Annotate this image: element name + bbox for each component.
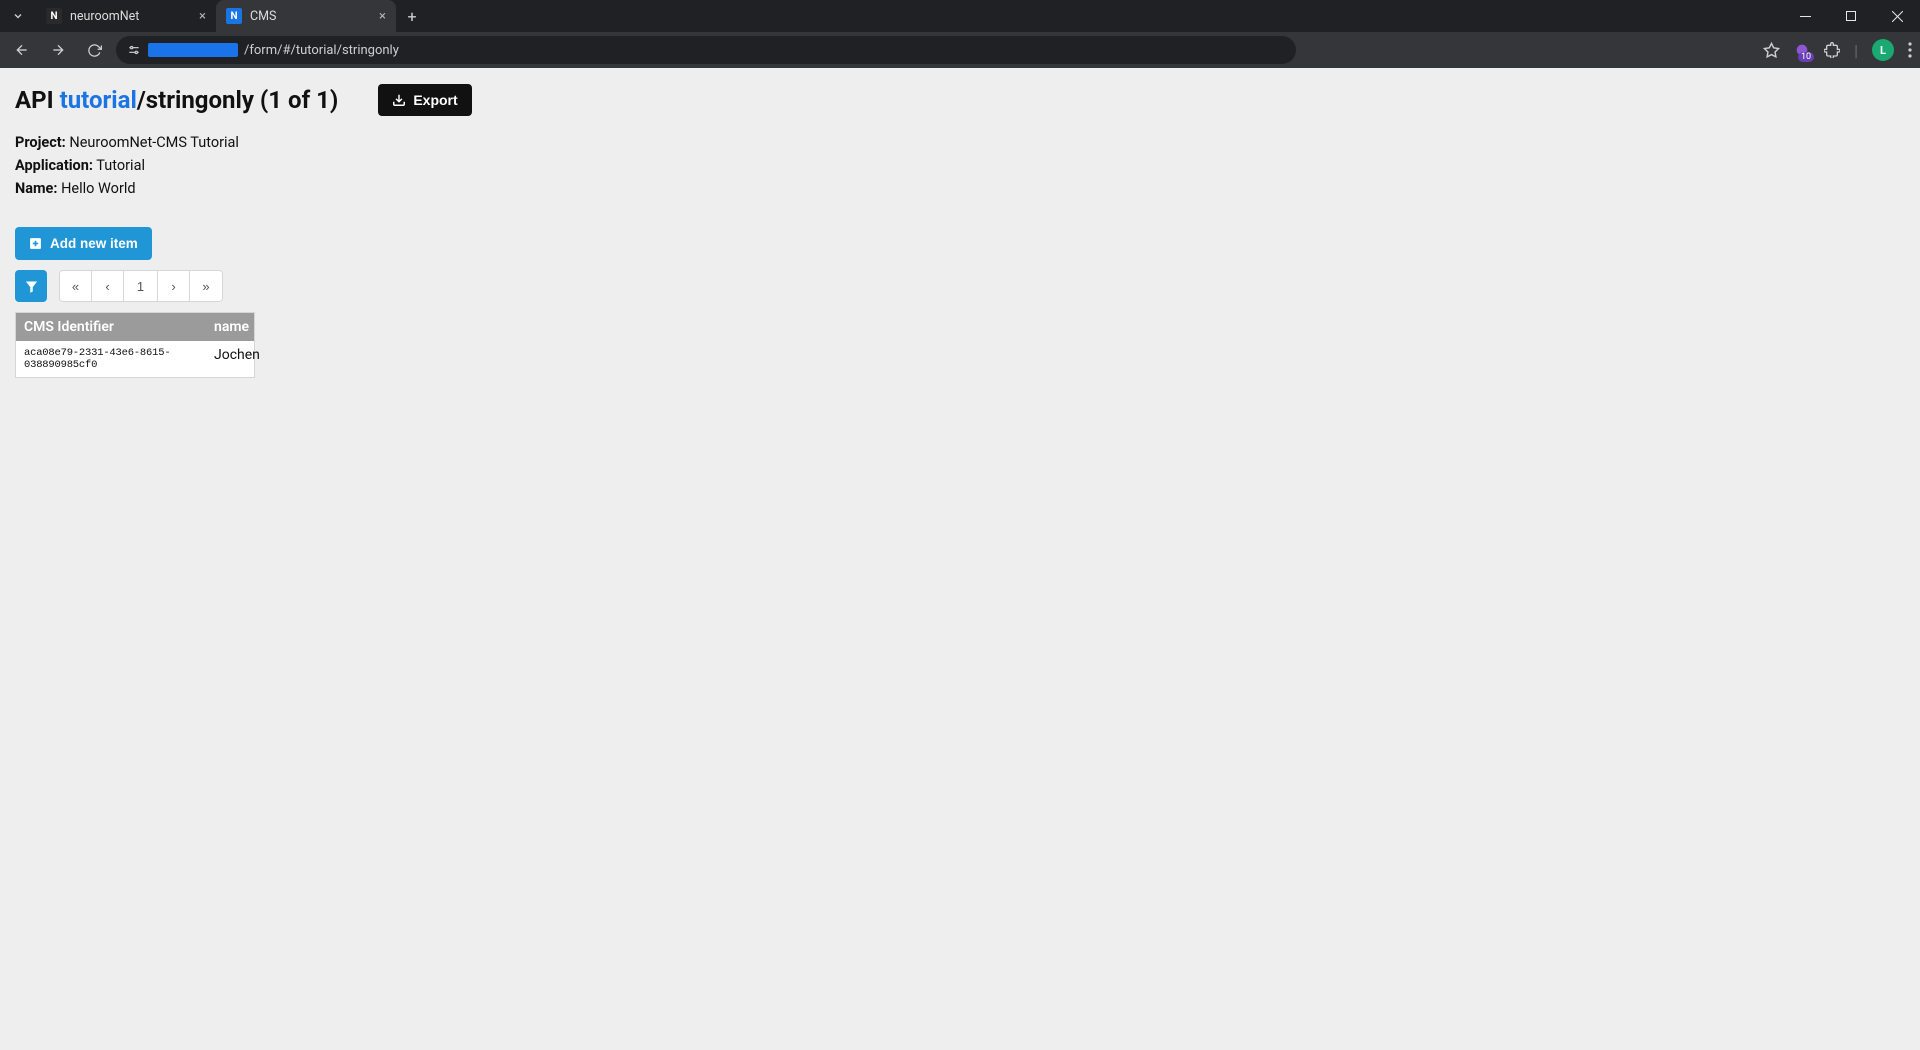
maximize-button[interactable] <box>1828 0 1874 32</box>
add-item-label: Add new item <box>50 236 138 251</box>
close-icon <box>1892 11 1903 22</box>
export-button[interactable]: Export <box>378 84 471 116</box>
close-icon[interactable]: × <box>379 9 386 24</box>
browser-toolbar: /form/#/tutorial/stringonly 10 | L <box>0 32 1920 68</box>
browser-tab-neuroomnet[interactable]: N neuroomNet × <box>36 0 216 32</box>
data-table: CMS Identifier name aca08e79-2331-43e6-8… <box>15 312 255 378</box>
back-button[interactable] <box>8 36 36 64</box>
tab-title: neuroomNet <box>70 9 139 24</box>
arrow-left-icon <box>14 42 30 58</box>
extensions-button[interactable] <box>1824 42 1840 58</box>
page-title: API tutorial/stringonly (1 of 1) <box>15 86 338 114</box>
pagination: « ‹ 1 › » <box>59 270 223 302</box>
th-name[interactable]: name <box>206 313 254 341</box>
minimize-button[interactable] <box>1782 0 1828 32</box>
title-suffix: /stringonly (1 of 1) <box>137 86 338 114</box>
star-icon <box>1763 42 1780 59</box>
td-name: Jochen <box>206 341 254 377</box>
export-label: Export <box>413 92 457 108</box>
profile-avatar[interactable]: L <box>1872 39 1894 61</box>
filter-button[interactable] <box>15 270 47 302</box>
meta-label: Project: <box>15 134 66 151</box>
browser-tab-cms[interactable]: N CMS × <box>216 0 396 32</box>
meta-value: Tutorial <box>96 157 145 174</box>
new-tab-button[interactable]: + <box>396 0 428 32</box>
reload-icon <box>87 43 102 58</box>
meta-value: Hello World <box>61 180 135 197</box>
meta-label: Application: <box>15 157 93 174</box>
plus-square-icon <box>29 237 42 250</box>
close-icon[interactable]: × <box>199 9 206 24</box>
pager-next[interactable]: › <box>158 271 190 301</box>
meta-application: Application: Tutorial <box>15 157 1920 174</box>
minimize-icon <box>1800 11 1811 22</box>
url-host-redacted <box>148 43 238 57</box>
reload-button[interactable] <box>80 36 108 64</box>
table-row[interactable]: aca08e79-2331-43e6-8615-038890985cf0 Joc… <box>16 341 254 377</box>
tab-title: CMS <box>250 9 276 24</box>
meta-name: Name: Hello World <box>15 180 1920 197</box>
pager-first[interactable]: « <box>60 271 92 301</box>
meta-project: Project: NeuroomNet-CMS Tutorial <box>15 134 1920 151</box>
tab-search-dropdown[interactable] <box>0 0 36 32</box>
filter-icon <box>24 279 39 294</box>
url-path: /form/#/tutorial/stringonly <box>244 43 399 58</box>
page-content: API tutorial/stringonly (1 of 1) Export … <box>0 68 1920 1050</box>
meta-value: NeuroomNet-CMS Tutorial <box>69 134 239 151</box>
title-link[interactable]: tutorial <box>60 86 137 114</box>
extension-badge[interactable]: 10 <box>1794 42 1810 58</box>
bookmark-button[interactable] <box>1763 42 1780 59</box>
forward-button[interactable] <box>44 36 72 64</box>
extension-count: 10 <box>1798 52 1814 62</box>
puzzle-icon <box>1824 42 1840 58</box>
favicon-icon: N <box>46 8 62 24</box>
table-header: CMS Identifier name <box>16 313 254 341</box>
th-cms-identifier[interactable]: CMS Identifier <box>16 313 206 341</box>
pager-prev[interactable]: ‹ <box>92 271 124 301</box>
title-prefix: API <box>15 86 60 114</box>
pager-last[interactable]: » <box>190 271 222 301</box>
menu-button[interactable] <box>1908 42 1912 58</box>
site-settings-icon[interactable] <box>126 42 142 58</box>
close-window-button[interactable] <box>1874 0 1920 32</box>
maximize-icon <box>1846 11 1856 21</box>
meta-label: Name: <box>15 180 57 197</box>
address-bar[interactable]: /form/#/tutorial/stringonly <box>116 36 1296 64</box>
kebab-icon <box>1908 42 1912 58</box>
td-cms-identifier: aca08e79-2331-43e6-8615-038890985cf0 <box>16 341 206 377</box>
chevron-down-icon <box>12 10 24 22</box>
browser-titlebar: N neuroomNet × N CMS × + <box>0 0 1920 32</box>
window-controls <box>1782 0 1920 32</box>
add-item-button[interactable]: Add new item <box>15 227 152 260</box>
arrow-right-icon <box>50 42 66 58</box>
download-icon <box>392 93 406 107</box>
favicon-icon: N <box>226 8 242 24</box>
pager-page[interactable]: 1 <box>124 271 158 301</box>
